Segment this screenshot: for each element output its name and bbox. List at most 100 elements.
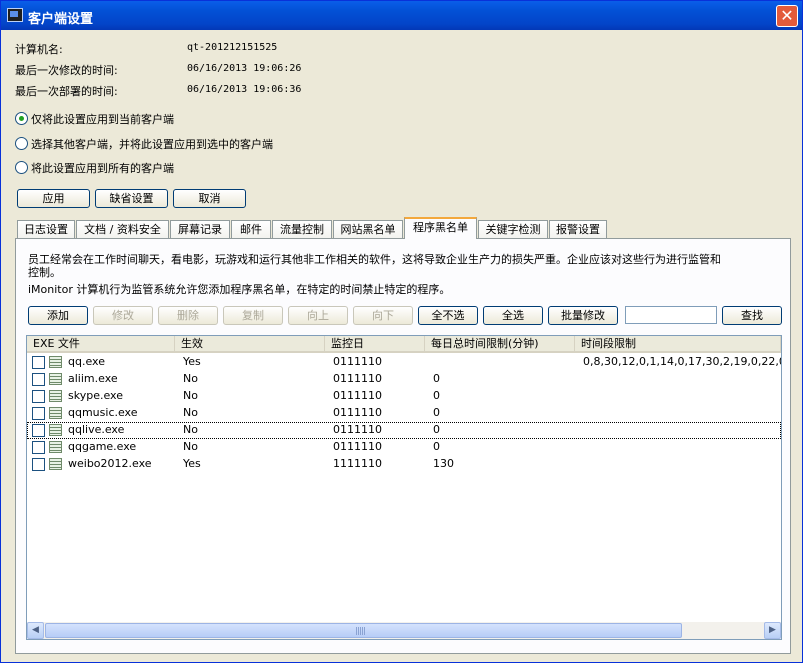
- select-all-button[interactable]: 全选: [483, 306, 543, 325]
- cell-enabled: Yes: [183, 355, 201, 368]
- cell-days: 0111110: [333, 372, 382, 385]
- grip-icon: [356, 627, 366, 635]
- table-row[interactable]: qqlive.exe No 0111110 0: [27, 422, 781, 439]
- cell-daily-limit: 130: [433, 457, 454, 470]
- scrollbar-thumb[interactable]: [45, 623, 682, 638]
- add-button[interactable]: 添加: [28, 306, 88, 325]
- table-row[interactable]: qqmusic.exe No 0111110 0: [27, 405, 781, 422]
- cell-daily-limit: 0: [433, 372, 440, 385]
- cell-enabled: No: [183, 372, 198, 385]
- table-row[interactable]: skype.exe No 0111110 0: [27, 388, 781, 405]
- cancel-button[interactable]: 取消: [173, 189, 246, 208]
- search-input[interactable]: [625, 306, 717, 324]
- radio-label: 选择其他客户端，并将此设置应用到选中的客户端: [31, 138, 273, 151]
- tab-website-blacklist[interactable]: 网站黑名单: [333, 220, 403, 238]
- cell-days: 0111110: [333, 406, 382, 419]
- radio-button[interactable]: [15, 161, 28, 174]
- exe-file-icon: [49, 373, 62, 385]
- cell-enabled: No: [183, 389, 198, 402]
- cell-exe: weibo2012.exe: [68, 457, 152, 470]
- move-down-button[interactable]: 向下: [353, 306, 413, 325]
- select-none-button[interactable]: 全不选: [418, 306, 478, 325]
- edit-button[interactable]: 修改: [93, 306, 153, 325]
- cell-exe: qqmusic.exe: [68, 406, 138, 419]
- batch-edit-button[interactable]: 批量修改: [548, 306, 618, 325]
- radio-button[interactable]: [15, 137, 28, 150]
- description-line-3: iMonitor 计算机行为监管系统允许您添加程序黑名单，在特定的时间禁止特定的…: [28, 283, 451, 296]
- row-checkbox[interactable]: [32, 441, 45, 454]
- row-checkbox[interactable]: [32, 458, 45, 471]
- radio-button[interactable]: [15, 112, 28, 125]
- move-up-button[interactable]: 向上: [288, 306, 348, 325]
- cell-enabled: Yes: [183, 457, 201, 470]
- row-checkbox[interactable]: [32, 424, 45, 437]
- cell-exe: qq.exe: [68, 355, 105, 368]
- tab-traffic-control[interactable]: 流量控制: [272, 220, 332, 238]
- table-row[interactable]: weibo2012.exe Yes 1111110 130: [27, 456, 781, 473]
- computer-name-label: 计算机名:: [15, 43, 63, 56]
- last-modified-value: 06/16/2013 19:06:26: [187, 63, 302, 74]
- cell-enabled: No: [183, 440, 198, 453]
- exe-file-icon: [49, 407, 62, 419]
- computer-name-value: qt-201212151525: [187, 42, 278, 53]
- row-checkbox[interactable]: [32, 407, 45, 420]
- description-line-1: 员工经常会在工作时间聊天，看电影，玩游戏和运行其他非工作相关的软件，这将导致企业…: [28, 253, 721, 266]
- scroll-right-button[interactable]: ▶: [764, 622, 781, 639]
- table-row[interactable]: qqgame.exe No 0111110 0: [27, 439, 781, 456]
- tab-keyword-detection[interactable]: 关键字检测: [478, 220, 548, 238]
- cell-daily-limit: 0: [433, 423, 440, 436]
- cell-exe: qqlive.exe: [68, 423, 125, 436]
- find-button[interactable]: 查找: [722, 306, 782, 325]
- program-blacklist-table[interactable]: EXE 文件 生效 监控日 每日总时间限制(分钟) 时间段限制 qq.exe Y…: [26, 335, 782, 640]
- column-header-daily-limit[interactable]: 每日总时间限制(分钟): [425, 336, 575, 353]
- exe-file-icon: [49, 424, 62, 436]
- exe-file-icon: [49, 390, 62, 402]
- cell-enabled: No: [183, 423, 198, 436]
- copy-button[interactable]: 复制: [223, 306, 283, 325]
- close-button[interactable]: ✕: [776, 5, 798, 27]
- table-row[interactable]: aliim.exe No 0111110 0: [27, 371, 781, 388]
- cell-enabled: No: [183, 406, 198, 419]
- row-checkbox[interactable]: [32, 373, 45, 386]
- tab-screen-recording[interactable]: 屏幕记录: [170, 220, 230, 238]
- tab-program-blacklist[interactable]: 程序黑名单: [404, 217, 477, 239]
- client-settings-window: 客户端设置 ✕ 计算机名: qt-201212151525 最后一次修改的时间:…: [0, 0, 803, 663]
- cell-days: 0111110: [333, 389, 382, 402]
- scroll-left-button[interactable]: ◀: [27, 622, 44, 639]
- exe-file-icon: [49, 356, 62, 368]
- radio-label: 仅将此设置应用到当前客户端: [31, 113, 174, 126]
- cell-exe: qqgame.exe: [68, 440, 137, 453]
- cell-exe: skype.exe: [68, 389, 123, 402]
- program-blacklist-panel: 员工经常会在工作时间聊天，看电影，玩游戏和运行其他非工作相关的软件，这将导致企业…: [15, 238, 791, 654]
- cell-days: 0111110: [333, 440, 382, 453]
- description-line-2: 控制。: [28, 266, 61, 279]
- tab-log-settings[interactable]: 日志设置: [17, 220, 75, 238]
- tab-email[interactable]: 邮件: [231, 220, 271, 238]
- cell-days: 1111110: [333, 457, 382, 470]
- cell-periods: 0,8,30,12,0,1,14,0,17,30,2,19,0,22,0,: [583, 355, 782, 368]
- window-title: 客户端设置: [28, 12, 94, 27]
- cell-days: 0111110: [333, 355, 382, 368]
- row-checkbox[interactable]: [32, 390, 45, 403]
- tab-alert-settings[interactable]: 报警设置: [549, 220, 607, 238]
- cell-daily-limit: 0: [433, 389, 440, 402]
- default-settings-button[interactable]: 缺省设置: [95, 189, 168, 208]
- apply-button[interactable]: 应用: [17, 189, 90, 208]
- last-deployed-value: 06/16/2013 19:06:36: [187, 84, 302, 95]
- cell-daily-limit: 0: [433, 440, 440, 453]
- delete-button[interactable]: 删除: [158, 306, 218, 325]
- column-header-exe[interactable]: EXE 文件: [27, 336, 175, 353]
- row-checkbox[interactable]: [32, 356, 45, 369]
- table-row[interactable]: qq.exe Yes 0111110 0,8,30,12,0,1,14,0,17…: [27, 354, 781, 371]
- cell-exe: aliim.exe: [68, 372, 118, 385]
- cell-daily-limit: 0: [433, 406, 440, 419]
- cell-days: 0111110: [333, 423, 382, 436]
- column-header-days[interactable]: 监控日: [325, 336, 425, 353]
- radio-label: 将此设置应用到所有的客户端: [31, 162, 174, 175]
- exe-file-icon: [49, 458, 62, 470]
- horizontal-scrollbar[interactable]: ◀ ▶: [27, 622, 781, 639]
- tab-document-security[interactable]: 文档 / 资料安全: [76, 220, 169, 238]
- last-modified-label: 最后一次修改的时间:: [15, 64, 118, 77]
- column-header-enabled[interactable]: 生效: [175, 336, 325, 353]
- column-header-periods[interactable]: 时间段限制: [575, 336, 781, 353]
